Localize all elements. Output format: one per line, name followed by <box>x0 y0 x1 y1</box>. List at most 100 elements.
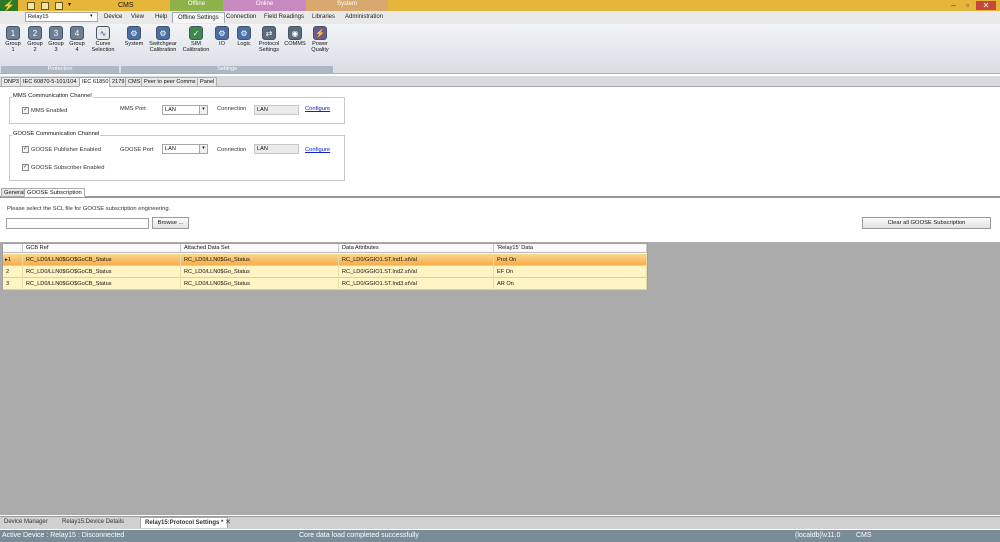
group-1-icon: 1 <box>6 26 20 40</box>
group-4-button[interactable]: 4 Group 4 <box>67 26 87 64</box>
chevron-down-icon: ▾ <box>199 145 207 153</box>
ribbon-label: 3 <box>54 47 58 53</box>
close-tab-icon[interactable]: ✕ <box>225 518 231 526</box>
column-gcb-ref[interactable]: GCB Ref <box>23 244 181 253</box>
menu-device[interactable]: Device <box>99 12 127 23</box>
power-quality-button[interactable]: ⚡ Power Quality <box>308 26 332 64</box>
cell-relay-data[interactable]: Prot On <box>494 254 647 266</box>
group-3-button[interactable]: 3 Group 3 <box>46 26 66 64</box>
doc-tab-device-details[interactable]: Relay15:Device Details <box>58 517 128 528</box>
row-header: ▸1 <box>3 254 23 266</box>
context-tab-offline: Offline <box>170 0 223 11</box>
device-selector[interactable]: Relay15 <box>25 12 98 22</box>
maximize-icon[interactable]: ▫ <box>962 1 973 10</box>
column-attached-data-set[interactable]: Attached Data Set <box>181 244 339 253</box>
cell-attribute: RC_LD0/GGIO1.ST.Ind3.stVal <box>339 278 494 290</box>
mms-configure-link[interactable]: Configure <box>305 106 330 112</box>
io-button[interactable]: ⚙ IO <box>214 26 230 64</box>
goose-configure-link[interactable]: Configure <box>305 147 330 153</box>
quick-access-icon[interactable] <box>41 2 49 10</box>
system-button[interactable]: ⚙ System <box>121 26 147 64</box>
goose-subscriber-checkbox[interactable]: ✓ <box>22 164 29 171</box>
grid-corner <box>3 244 23 253</box>
cell-relay-data[interactable]: AR On <box>494 278 647 290</box>
switchgear-calibration-button[interactable]: ⚙ Switchgear Calibration <box>147 26 179 64</box>
cell-dataset: RC_LD0/LLN0$Go_Status <box>181 278 339 290</box>
menu-administration[interactable]: Administration <box>340 12 388 23</box>
cell-attribute: RC_LD0/GGIO1.ST.Ind1.stVal <box>339 254 494 266</box>
tab-peer-to-peer[interactable]: Peer to peer Comms <box>141 77 199 87</box>
logic-button[interactable]: ⚙ Logic <box>234 26 254 64</box>
tab-panel[interactable]: Panel <box>197 77 218 87</box>
save-icon[interactable] <box>27 2 35 10</box>
cell-dataset: RC_LD0/LLN0$Go_Status <box>181 254 339 266</box>
sim-icon: ✓ <box>189 26 203 40</box>
column-relay-data[interactable]: 'Relay15' Data <box>494 244 647 253</box>
goose-port-value: LAN <box>165 146 176 152</box>
ribbon-label: IO <box>219 41 225 47</box>
menu-help[interactable]: Help <box>150 12 172 23</box>
quick-access-icon-2[interactable] <box>55 2 63 10</box>
menu-field-readings[interactable]: Field Readings <box>259 12 309 23</box>
cell-attribute: RC_LD0/GGIO1.ST.Ind2.stVal <box>339 266 494 278</box>
goose-group-title: GOOSE Communication Channel <box>12 131 101 137</box>
column-data-attributes[interactable]: Data Attributes <box>339 244 494 253</box>
ribbon-group-settings: Settings <box>121 66 333 73</box>
table-row[interactable]: 2 RC_LD0/LLN0$GO$GoCB_Status RC_LD0/LLN0… <box>3 266 647 278</box>
menu-libraries[interactable]: Libraries <box>307 12 340 23</box>
comms-icon: ◉ <box>288 26 302 40</box>
cell-relay-data[interactable]: EF On <box>494 266 647 278</box>
goose-publisher-checkbox[interactable]: ✓ <box>22 146 29 153</box>
minimize-icon[interactable]: – <box>948 1 959 10</box>
context-tab-online: Online <box>223 0 306 11</box>
tab-iec-60870[interactable]: IEC 60870-5-101/104 <box>20 77 80 87</box>
table-row[interactable]: ▸1 RC_LD0/LLN0$GO$GoCB_Status RC_LD0/LLN… <box>3 254 647 266</box>
menu-offline-settings[interactable]: Offline Settings <box>172 12 225 23</box>
mms-connection-field: LAN <box>254 105 299 115</box>
tab-iec-61850[interactable]: IEC 61850 <box>79 77 112 87</box>
goose-publisher-label: GOOSE Publisher Enabled <box>31 147 101 153</box>
row-number: 2 <box>3 266 23 278</box>
mms-enabled-checkbox[interactable]: ✓ <box>22 107 29 114</box>
group-2-button[interactable]: 2 Group 2 <box>25 26 45 64</box>
status-database: (localdb)\v11.0 <box>795 532 841 539</box>
cell-gcb-ref: RC_LD0/LLN0$GO$GoCB_Status <box>23 278 181 290</box>
ribbon-label: Selection <box>91 47 115 53</box>
cell-gcb-ref: RC_LD0/LLN0$GO$GoCB_Status <box>23 254 181 266</box>
chevron-down-icon: ▾ <box>199 106 207 114</box>
ribbon-label: Calibration <box>149 47 177 53</box>
context-tab-system: System <box>306 0 388 11</box>
close-icon[interactable]: ✕ <box>976 1 996 10</box>
ribbon-label: Logic <box>237 41 251 47</box>
protocol-settings-button[interactable]: ⇄ Protocol Settings <box>256 26 282 64</box>
table-row[interactable]: 3 RC_LD0/LLN0$GO$GoCB_Status RC_LD0/LLN0… <box>3 278 647 290</box>
io-icon: ⚙ <box>215 26 229 40</box>
ribbon-label: COMMS <box>284 41 306 47</box>
tab-goose-subscription[interactable]: GOOSE Subscription <box>24 188 85 197</box>
curve-selection-button[interactable]: ∿ Curve Selection <box>89 26 117 64</box>
qat-dropdown-icon[interactable]: ▾ <box>68 1 71 8</box>
system-icon: ⚙ <box>127 26 141 40</box>
mms-group-title: MMS Communication Channel <box>12 93 93 99</box>
scl-file-input[interactable] <box>6 218 149 229</box>
cell-dataset: RC_LD0/LLN0$Go_Status <box>181 266 339 278</box>
browse-button[interactable]: Browse ... <box>152 217 189 229</box>
row-number: 3 <box>3 278 23 290</box>
menu-connection[interactable]: Connection <box>221 12 261 23</box>
menu-view[interactable]: View <box>126 12 149 23</box>
goose-connection-label: Connection <box>217 147 247 153</box>
comms-button[interactable]: ◉ COMMS <box>283 26 307 64</box>
tab-dnp3[interactable]: DNP3 <box>1 77 22 87</box>
sim-calibration-button[interactable]: ✓ SIM Calibration <box>180 26 212 64</box>
doc-tab-protocol-settings[interactable]: Relay15:Protocol Settings * <box>140 517 229 528</box>
clear-all-subscription-button[interactable]: Clear all GOOSE Subscription <box>862 217 991 229</box>
goose-subscriber-label: GOOSE Subscriber Enabled <box>31 165 105 171</box>
status-app: CMS <box>856 532 872 539</box>
row-number: 1 <box>7 257 11 263</box>
group-1-button[interactable]: 1 Group 1 <box>3 26 23 64</box>
ribbon-label: 2 <box>33 47 37 53</box>
ribbon-label: Quality <box>311 47 329 53</box>
doc-tab-device-manager[interactable]: Device Manager <box>0 517 52 528</box>
sub-tab-strip <box>0 187 1000 197</box>
protocol-icon: ⇄ <box>262 26 276 40</box>
